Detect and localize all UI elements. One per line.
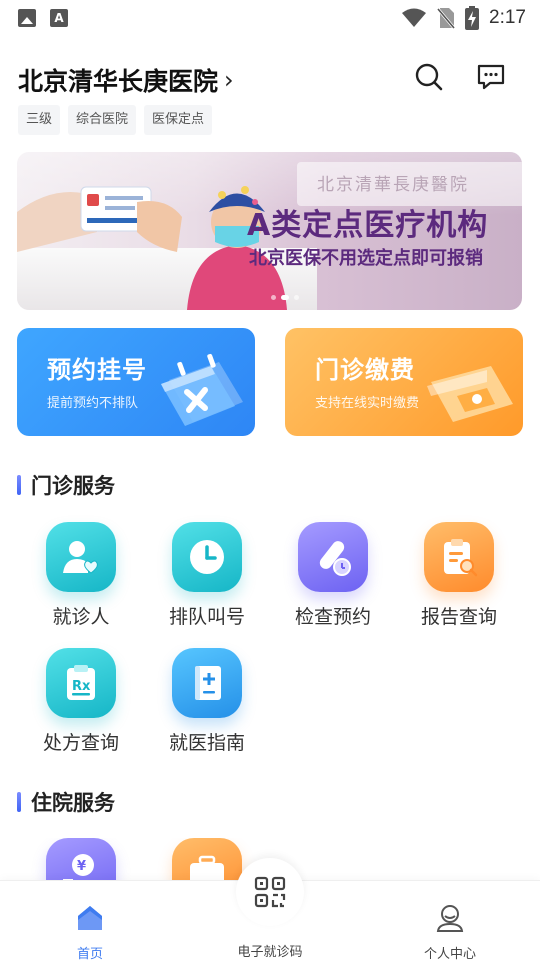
appointment-title: 预约挂号 [47,356,147,384]
svg-text:¥: ¥ [77,859,86,874]
hospital-title[interactable]: 北京清华长庚医院 › [18,62,234,98]
search-icon[interactable] [414,62,444,92]
prescription-icon: Rx [46,648,116,718]
service-exam-booking[interactable]: 检查预约 [278,522,388,629]
svg-text:Rx: Rx [72,679,91,694]
user-icon [436,905,464,932]
wallet-icon [427,366,513,422]
service-guide[interactable]: 就医指南 [152,648,262,755]
hospital-tags: 三级 综合医院 医保定点 [18,105,213,135]
guide-book-icon [172,648,242,718]
pagination-dot [271,295,276,300]
banner-headline: A类定点医疗机构 [247,208,489,243]
qr-code-icon [254,876,286,908]
yuan-payment-icon: ¥ [46,838,116,884]
inpatient-section-title: 住院服务 [17,787,115,817]
home-icon [78,906,102,930]
hand-card-illustration [17,186,182,252]
nav-e-code[interactable]: 电子就诊码 [225,858,315,960]
appointment-card[interactable]: 预约挂号 提前预约不排队 [17,328,255,436]
service-queue[interactable]: 排队叫号 [152,522,262,629]
payment-card[interactable]: 门诊缴费 支持在线实时缴费 [285,328,523,436]
report-search-icon [424,522,494,592]
outpatient-section-title: 门诊服务 [17,470,115,500]
tag-level: 三级 [18,105,61,135]
nav-home[interactable]: 首页 [30,881,150,960]
tag-type: 综合医院 [68,105,137,135]
clock-icon [172,522,242,592]
wifi-icon [402,8,427,27]
message-icon[interactable] [476,62,506,92]
clock-time: 2:17 [489,7,526,28]
payment-title: 门诊缴费 [315,356,415,384]
appointment-subtitle: 提前预约不排队 [47,396,139,411]
battery-charging-icon [465,6,480,30]
service-patient[interactable]: 就诊人 [26,522,136,629]
payment-subtitle: 支持在线实时缴费 [315,396,420,411]
chevron-right-icon: › [224,66,234,94]
nav-profile[interactable]: 个人中心 [390,881,510,960]
font-icon: A [50,9,68,27]
status-bar: A 2:17 [0,0,540,36]
hospital-name: 北京清华长庚医院 [18,67,219,96]
image-icon [18,9,36,27]
calendar-icon [161,353,243,426]
banner-subline: 北京医保不用选定点即可报销 [249,248,483,269]
promo-banner[interactable]: 北京清華長庚醫院 A类定点医疗机构 北京医保不用选定点即可报销 [17,152,522,310]
pagination-dot-active [281,295,289,300]
hospital-sign-text: 北京清華長庚醫院 [317,175,469,195]
patient-icon [46,522,116,592]
service-inpatient-payment[interactable]: ¥ [26,838,136,884]
service-prescription[interactable]: Rx 处方查询 [26,648,136,755]
pagination-dot [294,295,299,300]
test-tube-icon [298,522,368,592]
tag-insurance: 医保定点 [144,105,213,135]
banner-pagination [271,295,299,300]
service-report-query[interactable]: 报告查询 [404,522,514,629]
no-sim-icon [437,8,456,29]
